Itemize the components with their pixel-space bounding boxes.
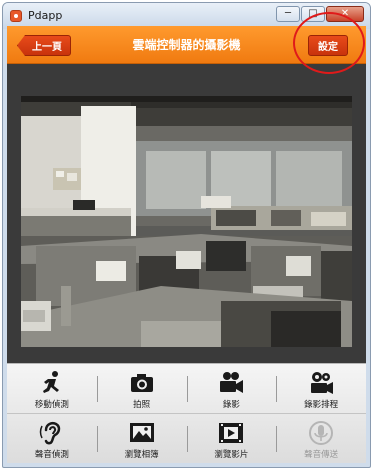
camera-toolbar: 移動偵測 拍照 錄影 錄影排程 聲音偵測 瀏覽相簿 瀏覽影片 聲音傳送: [7, 363, 366, 463]
video-film-icon: [219, 423, 244, 443]
take-photo-button[interactable]: 拍照: [96, 364, 187, 413]
app-header: 上一頁 雲端控制器的攝影機 設定: [7, 26, 366, 64]
motion-detection-label: 移動偵測: [34, 400, 69, 410]
send-audio-button[interactable]: 聲音傳送: [276, 414, 366, 464]
browse-videos-button[interactable]: 瀏覽影片: [186, 414, 277, 464]
microphone-icon: [309, 421, 334, 445]
recording-schedule-button[interactable]: 錄影排程: [276, 364, 366, 413]
camera-icon: [130, 374, 153, 392]
send-audio-label: 聲音傳送: [304, 450, 339, 460]
browse-album-button[interactable]: 瀏覽相簿: [96, 414, 187, 464]
record-video-button[interactable]: 錄影: [186, 364, 277, 413]
record-video-label: 錄影: [222, 400, 240, 410]
toolbar-row-2: 聲音偵測 瀏覽相簿 瀏覽影片 聲音傳送: [7, 414, 366, 464]
sound-detection-label: 聲音偵測: [34, 450, 69, 460]
browse-videos-label: 瀏覽影片: [214, 450, 249, 460]
toolbar-row-1: 移動偵測 拍照 錄影 錄影排程: [7, 364, 366, 414]
camera-live-view[interactable]: [21, 96, 352, 347]
page-title: 雲端控制器的攝影機: [132, 38, 241, 52]
office-scene-image: [21, 96, 352, 347]
film-reel-icon: [311, 372, 334, 394]
close-button[interactable]: ✕: [326, 6, 364, 22]
window-title: Pdapp: [28, 9, 63, 22]
minimize-button[interactable]: ─: [276, 6, 300, 22]
ear-icon: [39, 422, 61, 445]
take-photo-label: 拍照: [133, 400, 151, 410]
settings-button[interactable]: 設定: [308, 35, 348, 56]
motion-detection-button[interactable]: 移動偵測: [7, 364, 97, 413]
photo-album-icon: [129, 423, 154, 442]
maximize-button[interactable]: □: [301, 6, 325, 22]
running-person-icon: [42, 371, 59, 393]
window-controls: ─ □ ✕: [276, 6, 364, 22]
sound-detection-button[interactable]: 聲音偵測: [7, 414, 97, 464]
app-content: 上一頁 雲端控制器的攝影機 設定 移動偵測 拍照 錄影 錄影排程 聲音偵測 瀏覽…: [7, 26, 366, 463]
app-logo-icon: [10, 10, 22, 22]
back-button[interactable]: 上一頁: [17, 35, 71, 56]
recording-schedule-label: 錄影排程: [304, 400, 339, 410]
browse-album-label: 瀏覽相簿: [124, 450, 159, 460]
video-camera-icon: [220, 372, 244, 393]
